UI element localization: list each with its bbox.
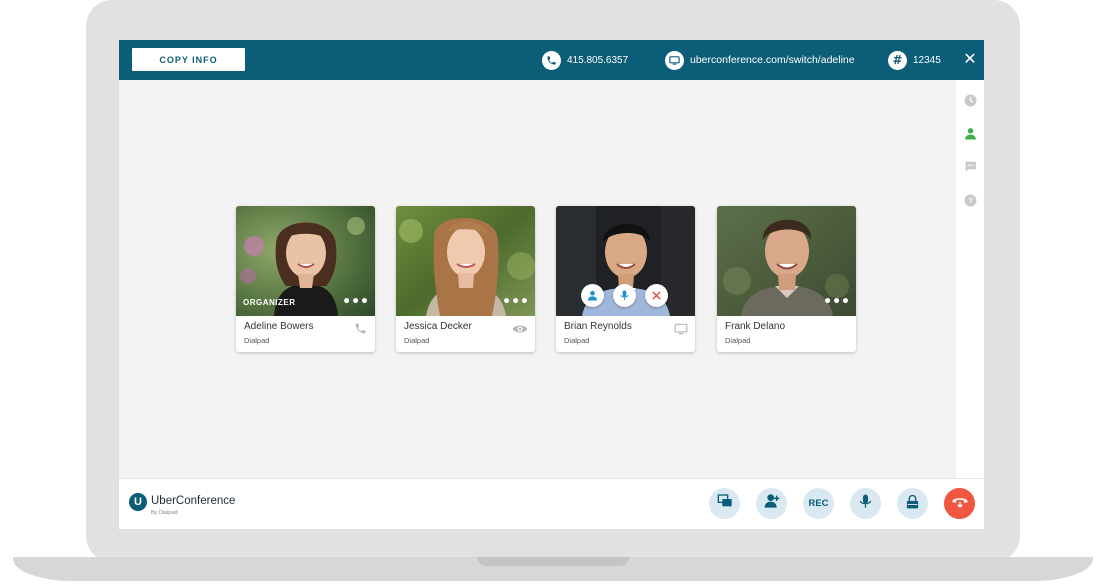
phone-icon — [354, 322, 368, 334]
pin-text: 12345 — [913, 54, 941, 66]
hangup-button[interactable] — [944, 488, 975, 519]
eye-icon — [512, 322, 528, 334]
lock-icon — [905, 494, 920, 514]
person-icon[interactable] — [964, 127, 977, 140]
participant-org: Dialpad — [244, 336, 270, 345]
phone-icon — [542, 50, 561, 70]
participant-name: Adeline Bowers — [244, 321, 314, 332]
side-rail: ? — [956, 80, 984, 478]
conference-pin[interactable]: # 12345 — [888, 50, 941, 70]
close-icon[interactable]: ✕ — [960, 49, 980, 69]
bottom-bar: U UberConference By Dialpad REC — [119, 478, 984, 529]
uberconference-logo: U UberConference By Dialpad — [129, 493, 236, 516]
hash-symbol: # — [892, 53, 903, 67]
add-participant-button[interactable] — [756, 488, 787, 519]
participant-card[interactable]: ORGANIZER ••• Adeline Bowers Dialpad — [236, 206, 375, 352]
mic-icon[interactable] — [613, 284, 636, 307]
participant-name: Brian Reynolds — [564, 321, 632, 332]
participant-org: Dialpad — [725, 336, 751, 345]
organizer-badge: ORGANIZER — [243, 298, 296, 307]
copy-info-button[interactable]: COPY INFO — [132, 48, 245, 71]
chat-icon[interactable] — [964, 160, 977, 173]
mic-icon — [858, 494, 873, 514]
record-button[interactable]: REC — [803, 488, 834, 519]
screen-share-icon — [717, 493, 733, 514]
close-icon[interactable] — [645, 284, 668, 307]
help-icon[interactable]: ? — [964, 194, 977, 207]
participant-name: Jessica Decker — [404, 321, 472, 332]
conference-url-text: uberconference.com/switch/adeline — [690, 54, 855, 66]
dial-in-number[interactable]: 415.805.6357 — [542, 50, 628, 70]
participant-photo — [556, 206, 695, 316]
logo-subtitle: By Dialpad — [151, 510, 178, 516]
logo-mark: U — [129, 493, 147, 511]
hash-icon: # — [888, 50, 907, 70]
top-bar: COPY INFO 415.805.6357 uberconference.co… — [119, 40, 984, 80]
participant-name: Frank Delano — [725, 321, 786, 332]
participant-card[interactable]: ••• Jessica Decker Dialpad — [396, 206, 535, 352]
participant-photo: ••• — [396, 206, 535, 316]
participant-photo: ORGANIZER ••• — [236, 206, 375, 316]
more-options-icon[interactable]: ••• — [502, 295, 529, 309]
screen-share-button[interactable] — [709, 488, 740, 519]
svg-text:?: ? — [968, 196, 973, 205]
clock-icon[interactable] — [964, 94, 977, 107]
screen-icon — [665, 50, 684, 70]
participant-card[interactable]: ••• Frank Delano Dialpad — [717, 206, 856, 352]
more-options-icon[interactable]: ••• — [342, 295, 369, 309]
conference-link[interactable]: uberconference.com/switch/adeline — [665, 50, 855, 70]
hangup-icon — [951, 492, 969, 515]
participant-card[interactable]: Brian Reynolds Dialpad — [556, 206, 695, 352]
lock-button[interactable] — [897, 488, 928, 519]
mute-button[interactable] — [850, 488, 881, 519]
add-person-icon — [764, 493, 780, 514]
monitor-icon — [674, 322, 688, 335]
logo-name: UberConference — [151, 495, 236, 507]
participant-org: Dialpad — [564, 336, 590, 345]
laptop-notch — [477, 557, 629, 566]
more-options-icon[interactable]: ••• — [823, 295, 850, 309]
participant-actions — [581, 284, 668, 307]
phone-number-text: 415.805.6357 — [567, 54, 629, 66]
person-icon[interactable] — [581, 284, 604, 307]
conference-screen: COPY INFO 415.805.6357 uberconference.co… — [119, 40, 984, 529]
participant-org: Dialpad — [404, 336, 430, 345]
participant-photo: ••• — [717, 206, 856, 316]
